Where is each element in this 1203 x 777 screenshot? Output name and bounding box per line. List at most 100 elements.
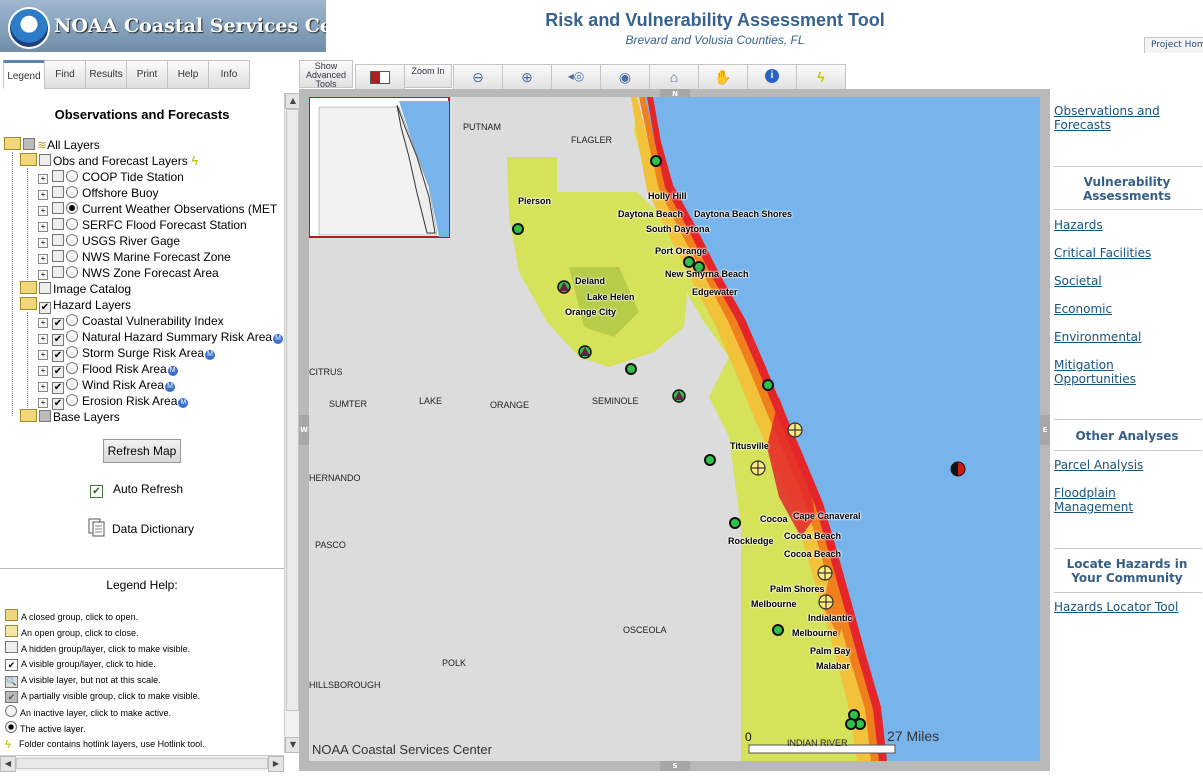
zoom-in-text-button[interactable]: Zoom In xyxy=(404,64,452,88)
show-advanced-tools-button[interactable]: Show Advanced Tools xyxy=(299,60,353,89)
environmental-link[interactable]: Environmental xyxy=(1054,330,1141,344)
hidden-checkbox[interactable] xyxy=(52,170,64,182)
tree-layer-cvi[interactable]: + ✔ Coastal Vulnerability Index xyxy=(38,313,224,330)
inactive-radio[interactable] xyxy=(66,378,78,390)
inactive-radio[interactable] xyxy=(66,362,78,374)
zoom-previous-button[interactable]: ◂◎ xyxy=(551,64,601,90)
tree-layer-coop[interactable]: + COOP Tide Station xyxy=(38,169,184,185)
data-dictionary-link[interactable]: Data Dictionary xyxy=(88,518,194,538)
hazards-link[interactable]: Hazards xyxy=(1054,218,1103,232)
tree-layer-erosion[interactable]: + ✔ Erosion Risk Area M xyxy=(38,393,189,410)
expand-icon[interactable]: + xyxy=(38,254,48,264)
hidden-checkbox[interactable] xyxy=(52,218,64,230)
inactive-radio[interactable] xyxy=(66,170,78,182)
left-panel-scrollbar[interactable]: ▲ ▼ xyxy=(284,93,301,753)
full-extent-button[interactable]: ◉ xyxy=(600,64,650,90)
pan-back-button[interactable]: ⌂ xyxy=(649,64,699,90)
pan-west-button[interactable]: W xyxy=(299,415,309,445)
inactive-radio[interactable] xyxy=(66,266,78,278)
metadata-icon[interactable]: M xyxy=(165,382,176,392)
mitigation-opportunities-link[interactable]: Mitigation Opportunities xyxy=(1054,358,1164,386)
partial-checkbox[interactable] xyxy=(23,138,35,150)
metadata-icon[interactable]: M xyxy=(178,398,189,408)
active-radio[interactable] xyxy=(66,202,78,214)
expand-icon[interactable]: + xyxy=(38,318,48,328)
scroll-right-icon[interactable]: ▶ xyxy=(268,756,284,772)
tab-help[interactable]: Help xyxy=(167,60,209,89)
zoom-in-button[interactable]: ⊕ xyxy=(502,64,552,90)
tree-layer-buoy[interactable]: + Offshore Buoy xyxy=(38,185,159,201)
expand-icon[interactable]: + xyxy=(38,190,48,200)
expand-icon[interactable]: + xyxy=(38,350,48,360)
tree-hazard-group[interactable]: ✔ Hazard Layers xyxy=(20,297,131,314)
hidden-checkbox[interactable] xyxy=(52,202,64,214)
inactive-radio[interactable] xyxy=(66,234,78,246)
tree-layer-storm-surge[interactable]: + ✔ Storm Surge Risk Area M xyxy=(38,345,216,362)
observations-forecasts-link[interactable]: Observations and Forecasts xyxy=(1054,104,1203,132)
parcel-analysis-link[interactable]: Parcel Analysis xyxy=(1054,458,1143,472)
tab-results[interactable]: Results xyxy=(85,60,127,89)
tree-layer-flood[interactable]: + ✔ Flood Risk Area M xyxy=(38,361,178,378)
metadata-icon[interactable]: M xyxy=(167,366,178,376)
metadata-icon[interactable]: M xyxy=(273,334,284,344)
hidden-checkbox[interactable] xyxy=(52,250,64,262)
identify-button[interactable]: i xyxy=(747,64,797,90)
inactive-radio[interactable] xyxy=(66,330,78,342)
hidden-checkbox[interactable] xyxy=(39,282,51,294)
left-panel-hscrollbar[interactable]: ◀ ▶ xyxy=(0,755,284,772)
tab-print[interactable]: Print xyxy=(126,60,168,89)
expand-icon[interactable]: + xyxy=(38,206,48,216)
refresh-map-button[interactable]: Refresh Map xyxy=(103,439,181,463)
zoom-out-button[interactable]: ⊖ xyxy=(453,64,503,90)
tree-image-catalog[interactable]: Image Catalog xyxy=(20,281,131,297)
tab-find[interactable]: Find xyxy=(44,60,86,89)
metadata-icon[interactable]: M xyxy=(205,350,216,360)
expand-icon[interactable]: + xyxy=(38,238,48,248)
tree-layer-nws-zone[interactable]: + NWS Zone Forecast Area xyxy=(38,265,219,281)
noaa-logo[interactable]: NOAA Coastal Services Center xyxy=(0,0,326,52)
societal-link[interactable]: Societal xyxy=(1054,274,1102,288)
tab-info[interactable]: Info xyxy=(208,60,250,89)
hidden-checkbox[interactable] xyxy=(39,154,51,166)
scroll-left-icon[interactable]: ◀ xyxy=(0,756,16,772)
inactive-radio[interactable] xyxy=(66,346,78,358)
tree-obs-group[interactable]: Obs and Forecast Layers ϟ xyxy=(20,153,198,169)
pan-east-button[interactable]: E xyxy=(1040,415,1050,445)
hidden-checkbox[interactable] xyxy=(52,186,64,198)
inactive-radio[interactable] xyxy=(66,218,78,230)
tree-layer-natural-hazard[interactable]: + ✔ Natural Hazard Summary Risk Area M xyxy=(38,329,284,346)
critical-facilities-link[interactable]: Critical Facilities xyxy=(1054,246,1151,260)
hidden-checkbox[interactable] xyxy=(52,234,64,246)
tree-base-layers[interactable]: Base Layers xyxy=(20,409,120,425)
inactive-radio[interactable] xyxy=(66,394,78,406)
tree-layer-weather[interactable]: + Current Weather Observations (MET xyxy=(38,201,277,217)
inactive-radio[interactable] xyxy=(66,250,78,262)
expand-icon[interactable]: + xyxy=(38,334,48,344)
floodplain-management-link[interactable]: Floodplain Management xyxy=(1054,486,1154,514)
tree-layer-wind[interactable]: + ✔ Wind Risk Area M xyxy=(38,377,176,394)
expand-icon[interactable]: + xyxy=(38,270,48,280)
hotlink-button[interactable]: ϟ xyxy=(796,64,846,90)
inactive-radio[interactable] xyxy=(66,314,78,326)
pan-button[interactable]: ✋ xyxy=(698,64,748,90)
tree-layer-usgs[interactable]: + USGS River Gage xyxy=(38,233,180,249)
inactive-radio[interactable] xyxy=(66,186,78,198)
expand-icon[interactable]: + xyxy=(38,382,48,392)
economic-link[interactable]: Economic xyxy=(1054,302,1112,316)
expand-icon[interactable]: + xyxy=(38,398,48,408)
map-canvas[interactable]: PUTNAM FLAGLER CITRUS SUMTER LAKE ORANGE… xyxy=(309,97,1040,761)
auto-refresh-checkbox[interactable]: ✔ xyxy=(90,485,103,498)
pan-south-button[interactable]: S xyxy=(660,761,690,771)
tab-legend[interactable]: Legend xyxy=(3,60,45,89)
tree-all-layers[interactable]: ≋All Layers xyxy=(4,137,100,153)
tree-layer-serfc[interactable]: + SERFC Flood Forecast Station xyxy=(38,217,247,233)
scroll-thumb[interactable] xyxy=(286,109,299,711)
overview-map-button[interactable] xyxy=(355,64,405,90)
expand-icon[interactable]: + xyxy=(38,222,48,232)
tree-layer-nws-marine[interactable]: + NWS Marine Forecast Zone xyxy=(38,249,231,265)
hscroll-thumb[interactable] xyxy=(16,758,268,769)
expand-icon[interactable]: + xyxy=(38,366,48,376)
project-home-link[interactable]: Project Home xyxy=(1144,37,1203,53)
hazards-locator-tool-link[interactable]: Hazards Locator Tool xyxy=(1054,600,1178,614)
auto-refresh-toggle[interactable]: ✔ Auto Refresh xyxy=(90,482,183,498)
